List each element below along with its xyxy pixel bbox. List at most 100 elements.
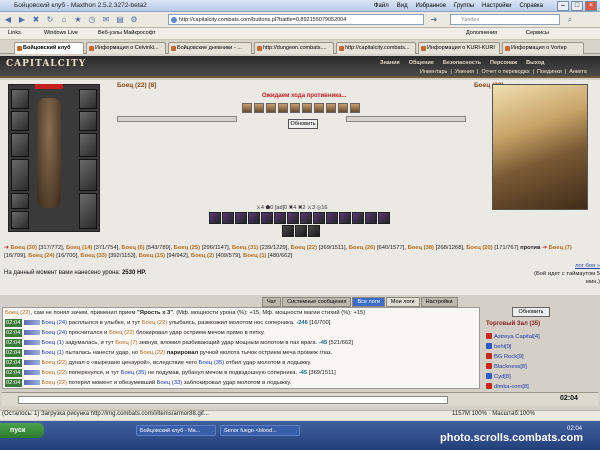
fighter-name[interactable]: Боец (22) <box>291 245 317 251</box>
settings-icon[interactable]: ⚙ <box>128 14 140 26</box>
fighter-name[interactable]: Боец (38) <box>408 245 434 251</box>
skill-icon[interactable] <box>235 212 247 224</box>
favorites-icon[interactable]: ★ <box>72 14 84 26</box>
fighter-name[interactable]: Боец (14) <box>66 245 92 251</box>
close-icon[interactable]: × <box>585 1 597 11</box>
go-icon[interactable]: ➜ <box>428 14 440 26</box>
fighter-name[interactable]: Боец (2) <box>191 253 214 259</box>
fighter-name[interactable]: Боец (33) <box>80 253 106 259</box>
skill-icon[interactable] <box>209 212 221 224</box>
person-item[interactable]: BG Rock[9] <box>486 352 598 362</box>
tab-chat-settings[interactable]: Настройки <box>420 297 458 307</box>
boots-slot[interactable] <box>79 193 97 229</box>
menu-skills[interactable]: Умения <box>455 69 474 75</box>
skill-icon[interactable] <box>365 212 377 224</box>
menu-groups[interactable]: Группы <box>454 0 474 12</box>
person-item[interactable]: dimka-com[8] <box>486 382 598 392</box>
skill-icon[interactable] <box>274 212 286 224</box>
person-item[interactable]: Blackness[8] <box>486 362 598 372</box>
stop-icon[interactable]: ✖ <box>30 14 42 26</box>
weapon-slot[interactable] <box>11 133 29 157</box>
chat-input[interactable] <box>18 396 448 404</box>
menu-settings[interactable]: Настройки <box>482 0 511 12</box>
tab-all-logs[interactable]: Все логи <box>352 297 385 307</box>
maximize-icon[interactable]: □ <box>571 1 583 11</box>
tab-my-logs[interactable]: Мои логи <box>385 297 420 307</box>
menu-communication[interactable]: Общение <box>409 60 434 66</box>
legs-slot[interactable] <box>79 159 97 191</box>
menu-favorites[interactable]: Избранное <box>416 0 446 12</box>
tab-chat[interactable]: Чат <box>262 297 282 307</box>
skill-icon[interactable] <box>326 212 338 224</box>
ring-slot[interactable] <box>11 211 29 229</box>
tab-info-vortep[interactable]: Информация о Vortep <box>502 42 584 54</box>
print-icon[interactable]: ▤ <box>114 14 126 26</box>
home-icon[interactable]: ⌂ <box>58 14 70 26</box>
armor-slot[interactable] <box>11 159 29 191</box>
person-item[interactable]: behi[9] <box>486 342 598 352</box>
skill-icon[interactable] <box>352 212 364 224</box>
services-button[interactable]: Сервисы <box>526 30 549 36</box>
menu-character[interactable]: Персонаж <box>490 60 517 66</box>
skill-icon[interactable] <box>287 212 299 224</box>
skill-icon[interactable] <box>222 212 234 224</box>
refresh-icon[interactable]: ↻ <box>44 14 56 26</box>
amulet-slot[interactable] <box>79 89 97 109</box>
minimize-icon[interactable]: – <box>557 1 569 11</box>
menu-profile[interactable]: Анкета <box>569 69 587 75</box>
fighter-name[interactable]: Боец (7) <box>549 245 572 251</box>
skill-icon[interactable] <box>261 212 273 224</box>
tab-capitalcity[interactable]: http://capitalcity.combats... <box>336 42 416 54</box>
bookmark-windows-live[interactable]: Windows Live <box>44 30 78 36</box>
person-item[interactable]: Cyd[8] <box>486 372 598 382</box>
fighter-name[interactable]: Боец (6) <box>121 245 144 251</box>
skill-icon[interactable] <box>300 212 312 224</box>
tab-dungeon[interactable]: http://dungeon.combats.... <box>254 42 334 54</box>
back-icon[interactable]: ◀ <box>2 14 14 26</box>
rooms-refresh-button[interactable]: Обновить <box>512 307 550 317</box>
menu-view[interactable]: Вид <box>397 0 408 12</box>
taskbar-item-chat[interactable]: Senor fuego <blood... <box>220 425 300 436</box>
mail-icon[interactable]: ✉ <box>100 14 112 26</box>
tab-info-celvinkl[interactable]: Информация о Celvinkl... <box>86 42 166 54</box>
bookmark-links[interactable]: Links <box>8 30 21 36</box>
address-bar[interactable]: http://capitalcity.combats.com/buttons.p… <box>168 14 424 25</box>
start-button[interactable]: пуск <box>0 423 44 438</box>
history-icon[interactable]: ◷ <box>86 14 98 26</box>
skill-icon[interactable] <box>313 212 325 224</box>
menu-help[interactable]: Справка <box>519 0 543 12</box>
shield-slot[interactable] <box>79 133 97 157</box>
skill-icon[interactable] <box>339 212 351 224</box>
addons-button[interactable]: Дополнения <box>466 30 497 36</box>
belt-slot[interactable] <box>11 193 29 209</box>
taskbar-item-browser[interactable]: Бойцовский клуб - Ma... <box>136 425 216 436</box>
skill-icon[interactable] <box>295 225 307 237</box>
gloves-slot[interactable] <box>79 111 97 131</box>
search-input[interactable]: Yandex <box>450 14 560 25</box>
menu-file[interactable]: Файл <box>374 0 389 12</box>
menu-knowledge[interactable]: Знания <box>380 60 400 66</box>
bookmark-ms-sites[interactable]: Веб-узлы Майкрософт <box>98 30 156 36</box>
fighter-name[interactable]: Боец (31) <box>232 245 258 251</box>
refresh-button[interactable]: Обновить <box>288 119 318 129</box>
menu-transfers[interactable]: Отчет о переводах <box>481 69 529 75</box>
player1-name[interactable]: Боец (22) [8] <box>117 82 156 89</box>
tab-diaries[interactable]: Бойцовские дневники - ... <box>168 42 252 54</box>
fighter-name[interactable]: Боец (25) <box>174 245 200 251</box>
fighter-name[interactable]: Боец (30) <box>10 245 36 251</box>
tab-info-kuri[interactable]: Информация о KURI-KURI <box>418 42 500 54</box>
skill-icon[interactable] <box>248 212 260 224</box>
forward-icon[interactable]: ▶ <box>16 14 28 26</box>
fighter-name[interactable]: Боец (15) <box>139 253 165 259</box>
battle-log-link[interactable]: лог боя » <box>575 263 600 269</box>
tab-system-messages[interactable]: Системные сообщения <box>282 297 352 307</box>
status-zoom[interactable]: 1157M 100% · Масштаб:100% <box>452 411 535 417</box>
person-item[interactable]: Astreya Capital[4] <box>486 332 598 342</box>
menu-inventory[interactable]: Инвентарь <box>420 69 447 75</box>
fighter-name[interactable]: Боец (1) <box>243 253 266 259</box>
skill-icon[interactable] <box>378 212 390 224</box>
skill-icon[interactable] <box>282 225 294 237</box>
skill-icon[interactable] <box>308 225 320 237</box>
menu-exit[interactable]: Выход <box>526 60 544 66</box>
helmet-slot[interactable] <box>11 89 29 109</box>
